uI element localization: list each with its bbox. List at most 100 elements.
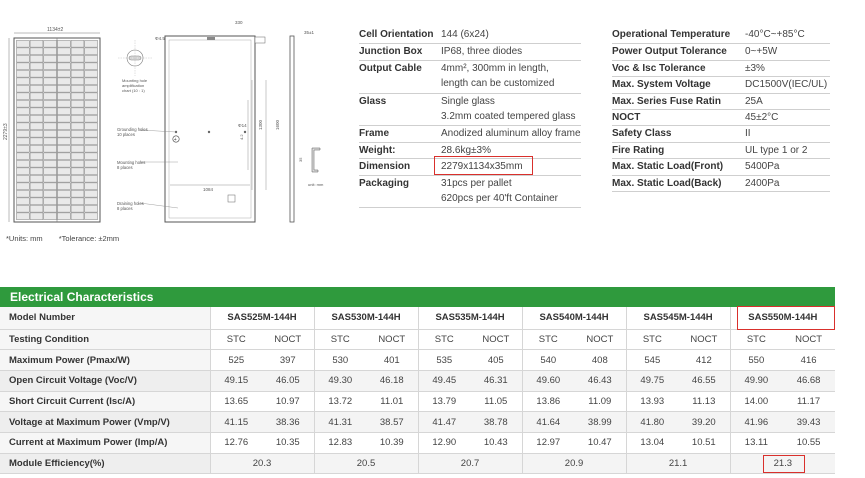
- model-header: SAS545M-144H: [625, 307, 731, 330]
- solar-cell: [29, 55, 44, 63]
- solar-cell: [29, 205, 44, 213]
- value-cell: 10.43: [470, 432, 523, 454]
- solar-cell: [43, 197, 57, 205]
- solar-cell: [57, 85, 71, 93]
- efficiency-cell: 20.3: [209, 453, 315, 475]
- solar-cell: [70, 122, 85, 130]
- hole-detail: Φ4.5 Mounting hole amplification chart (…: [118, 36, 165, 93]
- spec-row: Output Cable 4mm², 300mm in length,: [359, 59, 581, 76]
- unit-label: unit: mm: [308, 182, 324, 187]
- solar-cell: [84, 152, 98, 160]
- dim-inner-2: 1600: [275, 119, 280, 130]
- solar-cell: [70, 70, 85, 78]
- solar-cell: [57, 47, 71, 55]
- spec-list-left: Cell Orientation 144 (6x24) Junction Box IP…: [359, 27, 581, 209]
- solar-cell: [29, 122, 44, 130]
- solar-cell: [43, 85, 57, 93]
- solar-cell: [57, 205, 71, 213]
- spec-value: UL type 1 or 2: [745, 144, 808, 156]
- solar-cell: [16, 152, 30, 160]
- spec-row: Junction Box IP68, three diodes: [359, 43, 581, 59]
- spec-value: 2279x1134x35mm: [441, 161, 523, 173]
- condition-cell: STC: [209, 329, 262, 351]
- solar-cell: [84, 40, 98, 48]
- value-cell: 13.72: [313, 391, 367, 413]
- solar-cell: [57, 137, 71, 145]
- footnotes: *Units: mm *Tolerance: ±2mm: [6, 234, 133, 243]
- spec-value: Anodized aluminum alloy frame: [441, 128, 581, 140]
- spec-key: Max. Static Load(Front): [612, 161, 724, 173]
- solar-cell: [29, 40, 44, 48]
- value-cell: 10.97: [262, 391, 315, 413]
- table-row: Module Efficiency(%) 20.3 20.5 20.7 20.9 21.1…: [0, 453, 836, 475]
- solar-cell: [43, 100, 57, 108]
- solar-cell: [57, 40, 71, 48]
- value-cell: 525: [209, 349, 262, 371]
- solar-cell: [84, 175, 98, 183]
- solar-cell: [84, 167, 98, 175]
- row-label: Open Circuit Voltage (Voc/V): [0, 370, 210, 392]
- solar-cell: [84, 122, 98, 130]
- solar-cell: [16, 160, 30, 168]
- solar-cell: [70, 212, 85, 220]
- spec-key: NOCT: [612, 111, 641, 123]
- svg-text:+: +: [174, 137, 177, 143]
- solar-cell: [16, 197, 30, 205]
- solar-cell: [57, 212, 71, 220]
- value-cell: 12.76: [209, 432, 262, 454]
- spec-value: 45±2°C: [745, 111, 779, 123]
- value-cell: 12.83: [313, 432, 367, 454]
- dim-top-a: 330: [235, 20, 243, 25]
- value-cell: 412: [678, 349, 731, 371]
- row-label: Model Number: [0, 307, 210, 330]
- solar-cell: [29, 70, 44, 78]
- solar-cell: [84, 137, 98, 145]
- solar-cell: [29, 152, 44, 160]
- row-label: Voltage at Maximum Power (Vmp/V): [0, 411, 210, 433]
- model-header: SAS525M-144H: [209, 307, 315, 330]
- solar-cell: [84, 77, 98, 85]
- spec-key: Max. Series Fuse Ratin: [612, 95, 721, 107]
- model-header: SAS540M-144H: [521, 307, 627, 330]
- solar-cell: [16, 190, 30, 198]
- spec-value: IP68, three diodes: [441, 46, 523, 58]
- solar-cell: [57, 190, 71, 198]
- value-cell: 38.36: [262, 411, 315, 433]
- value-cell: 13.93: [625, 391, 679, 413]
- value-cell: 49.60: [521, 370, 575, 392]
- table-row: Model Number SAS525M-144H SAS530M-144H SAS5…: [0, 307, 836, 330]
- spec-value: II: [745, 128, 751, 140]
- back-view: + 330 Φ14 4.2 1300 1600 1084: [164, 20, 280, 223]
- solar-cell: [57, 77, 71, 85]
- value-cell: 38.57: [366, 411, 419, 433]
- solar-cell: [70, 137, 85, 145]
- spec-key: Dimension: [359, 161, 411, 173]
- solar-cell: [57, 107, 71, 115]
- spec-key: Glass: [359, 95, 387, 107]
- solar-cell: [70, 197, 85, 205]
- drawing-svg: 1134±2 2279±3 Φ4.5 Mounting hole amplifi…: [3, 20, 324, 223]
- electrical-characteristics: Electrical Characteristics Model Number S…: [0, 287, 836, 475]
- spec-bottom-rule: [359, 207, 581, 209]
- value-cell: 408: [574, 349, 627, 371]
- spec-key: Junction Box: [359, 46, 423, 58]
- value-cell: 39.43: [782, 411, 836, 433]
- solar-cell: [70, 190, 85, 198]
- solar-cell: [70, 85, 85, 93]
- spec-row: Dimension 2279x1134x35mm: [359, 158, 581, 174]
- value-cell: 11.13: [678, 391, 731, 413]
- solar-cell: [70, 40, 85, 48]
- spec-value: 25A: [745, 95, 763, 107]
- value-cell: 11.17: [782, 391, 836, 413]
- solar-cell: [84, 62, 98, 70]
- spec-key: Cell Orientation: [359, 29, 434, 40]
- solar-cell: [84, 130, 98, 138]
- solar-cell: [84, 160, 98, 168]
- dim-inner-1: 1300: [258, 119, 263, 130]
- spec-value: 4mm², 300mm in length,: [441, 62, 549, 74]
- solar-cell: [29, 167, 44, 175]
- solar-cell: [43, 92, 57, 100]
- solar-cell: [16, 70, 30, 78]
- spec-row: Max. Series Fuse Ratin 25A: [612, 92, 830, 109]
- solar-cell: [70, 47, 85, 55]
